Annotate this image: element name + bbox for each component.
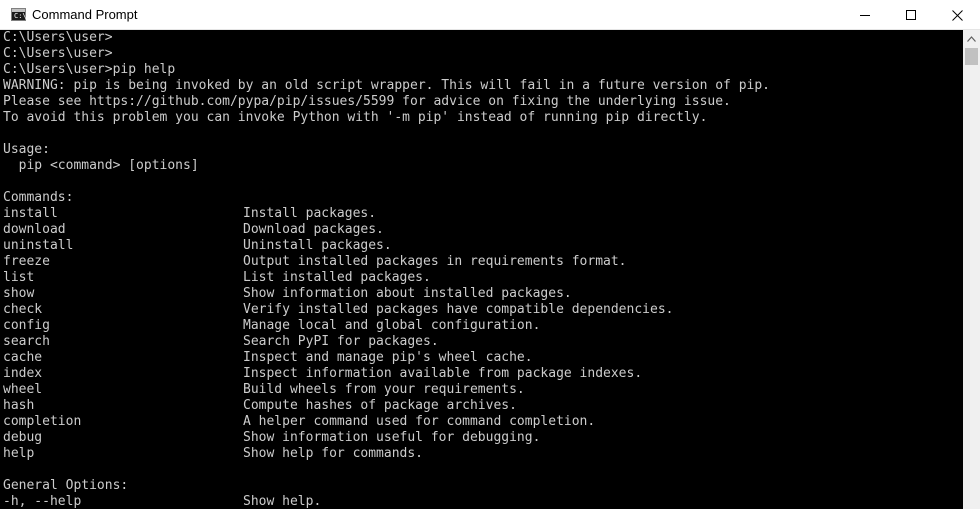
maximize-icon — [906, 10, 916, 20]
command-name: freeze — [3, 254, 50, 269]
command-name: show — [3, 286, 35, 301]
command-name: help — [3, 446, 35, 461]
command-description: Inspect and manage pip's wheel cache. — [243, 350, 533, 365]
command-name: completion — [3, 414, 82, 429]
command-name: check — [3, 302, 43, 317]
console-output[interactable]: C:\Users\user> C:\Users\user> C:\Users\u… — [0, 30, 963, 509]
option-description: Show help. — [243, 494, 322, 509]
commands-heading: Commands: — [3, 190, 74, 205]
command-description: Manage local and global configuration. — [243, 318, 541, 333]
title-bar[interactable]: C:\ Command Prompt — [0, 0, 980, 30]
command-description: Download packages. — [243, 222, 384, 237]
command-name: uninstall — [3, 238, 74, 253]
command-description: Output installed packages in requirement… — [243, 254, 627, 269]
chevron-up-icon — [967, 35, 976, 42]
command-name: search — [3, 334, 50, 349]
command-name: debug — [3, 430, 43, 445]
command-name: cache — [3, 350, 43, 365]
command-description: Show help for commands. — [243, 446, 424, 461]
scroll-thumb[interactable] — [965, 48, 978, 65]
minimize-icon — [860, 15, 870, 16]
command-description: A helper command used for command comple… — [243, 414, 596, 429]
command-description: Search PyPI for packages. — [243, 334, 439, 349]
command-description: Inspect information available from packa… — [243, 366, 643, 381]
option-name: -h, --help — [3, 494, 82, 509]
command-description: Show information useful for debugging. — [243, 430, 541, 445]
prompt-line: C:\Users\user> — [3, 30, 113, 45]
command-description: Install packages. — [243, 206, 377, 221]
command-name: hash — [3, 398, 35, 413]
command-name: install — [3, 206, 58, 221]
command-name: index — [3, 366, 43, 381]
command-name: download — [3, 222, 66, 237]
command-name: wheel — [3, 382, 43, 397]
close-button[interactable] — [934, 0, 980, 30]
scroll-up-button[interactable] — [963, 30, 980, 47]
command-name: list — [3, 270, 35, 285]
usage-heading: Usage: — [3, 142, 50, 157]
vertical-scrollbar[interactable] — [963, 30, 980, 509]
command-description: Show information about installed package… — [243, 286, 572, 301]
command-description: List installed packages. — [243, 270, 431, 285]
command-description: Build wheels from your requirements. — [243, 382, 525, 397]
command-prompt-window: C:\ Command Prompt C:\Users\user> C:\Use… — [0, 0, 980, 509]
warning-line: Please see https://github.com/pypa/pip/i… — [3, 94, 731, 109]
usage-line: pip <command> [options] — [3, 158, 199, 173]
window-title: Command Prompt — [32, 7, 138, 22]
command-description: Uninstall packages. — [243, 238, 392, 253]
command-name: config — [3, 318, 50, 333]
warning-line: To avoid this problem you can invoke Pyt… — [3, 110, 708, 125]
command-description: Verify installed packages have compatibl… — [243, 302, 674, 317]
app-icon-text: C:\ — [14, 12, 27, 20]
close-icon — [951, 9, 963, 21]
general-options-heading: General Options: — [3, 478, 129, 493]
maximize-button[interactable] — [888, 0, 934, 30]
prompt-line: C:\Users\user>pip help — [3, 62, 176, 77]
warning-line: WARNING: pip is being invoked by an old … — [3, 78, 771, 93]
command-description: Compute hashes of package archives. — [243, 398, 517, 413]
minimize-button[interactable] — [842, 0, 888, 30]
command-prompt-icon[interactable]: C:\ — [11, 8, 27, 21]
prompt-line: C:\Users\user> — [3, 46, 113, 61]
